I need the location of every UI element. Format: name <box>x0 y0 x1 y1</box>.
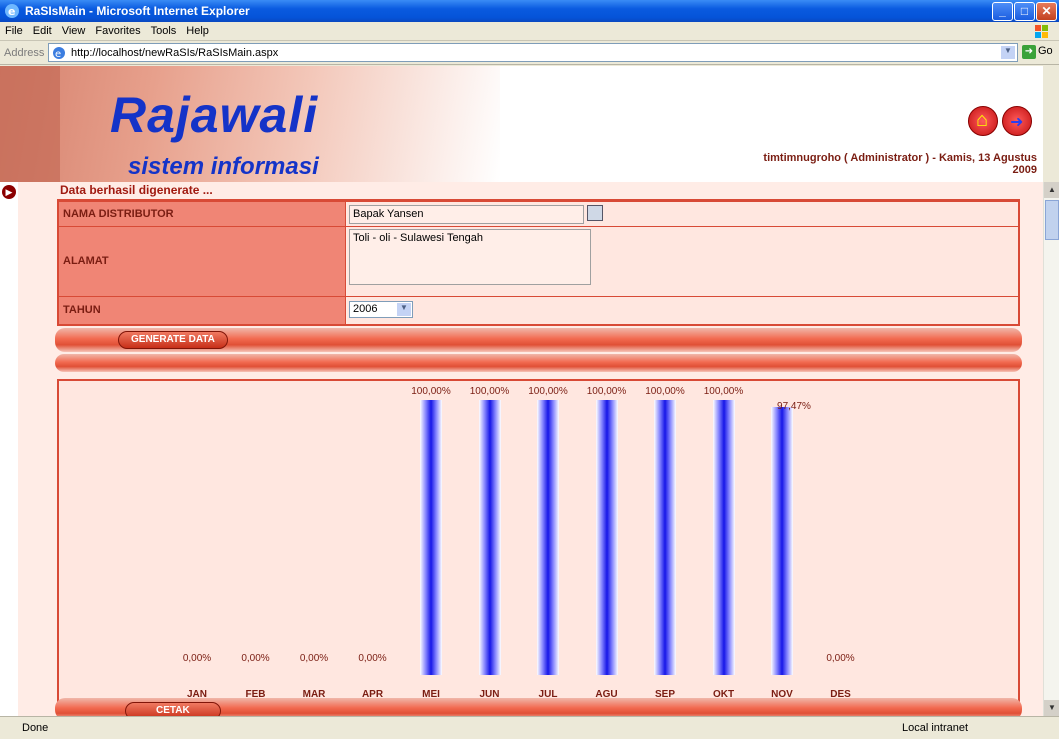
chart-value-label: 100,00% <box>703 386 744 397</box>
banner-decoration-left <box>0 66 60 182</box>
scroll-up-icon[interactable]: ▲ <box>1044 182 1059 198</box>
logout-icon[interactable] <box>1002 106 1032 136</box>
address-label: Address <box>4 47 45 59</box>
separator-bar <box>55 354 1022 372</box>
svg-text:e: e <box>55 49 61 60</box>
user-info: timtimnugroho ( Administrator ) - Kamis,… <box>763 152 1037 176</box>
chart-value-label: 0,00% <box>299 653 329 664</box>
menu-help[interactable]: Help <box>181 22 214 40</box>
scroll-thumb[interactable] <box>1045 200 1059 240</box>
chart-bar-agu <box>595 400 618 675</box>
address-input[interactable]: e http://localhost/newRaSIs/RaSIsMain.as… <box>48 43 1018 62</box>
filter-form: NAMA DISTRIBUTOR Bapak Yansen ALAMAT Tol… <box>57 199 1020 326</box>
header-banner: Rajawali sistem informasi timtimnugroho … <box>0 66 1043 182</box>
menu-favorites[interactable]: Favorites <box>90 22 145 40</box>
distributor-label: NAMA DISTRIBUTOR <box>63 208 174 220</box>
windows-flag-icon <box>1035 25 1048 38</box>
vertical-scrollbar[interactable]: ▲ ▼ <box>1043 182 1059 716</box>
maximize-button[interactable]: □ <box>1014 2 1035 21</box>
close-button[interactable]: ✕ <box>1036 2 1057 21</box>
title-bar: e RaSIsMain - Microsoft Internet Explore… <box>0 0 1059 22</box>
address-url: http://localhost/newRaSIs/RaSIsMain.aspx <box>71 47 279 59</box>
bar-chart: 0,00% JAN 0,00% FEB 0,00% MAR 0,00% APR 100,00% M… <box>57 379 1020 716</box>
go-arrow-icon: ➜ <box>1022 45 1036 59</box>
chart-bar-sep <box>654 400 676 675</box>
window-title: RaSIsMain - Microsoft Internet Explorer <box>25 4 250 18</box>
form-row-address: ALAMAT Toli - oli - Sulawesi Tengah <box>59 227 1018 297</box>
page-icon: e <box>53 47 65 60</box>
chart-value-label: 100,00% <box>586 386 627 397</box>
menu-edit[interactable]: Edit <box>28 22 57 40</box>
chart-value-label: 100,00% <box>411 386 451 397</box>
svg-text:e: e <box>8 5 15 18</box>
chart-value-label: 100,00% <box>469 386 510 397</box>
chart-value-label: 0,00% <box>358 653 387 664</box>
user-info-line2: 2009 <box>1012 164 1037 176</box>
status-message: Data berhasil digenerate ... <box>60 183 213 197</box>
distributor-value-cell: Bapak Yansen <box>347 202 1018 226</box>
menu-file[interactable]: File <box>0 22 28 40</box>
chart-value-label: 97,47% <box>777 400 811 412</box>
ie-icon: e <box>5 4 19 18</box>
scroll-down-icon[interactable]: ▼ <box>1044 700 1059 716</box>
chart-bar-mei <box>420 400 442 675</box>
minimize-button[interactable]: _ <box>992 2 1013 21</box>
chart-value-label: 100,00% <box>528 386 568 397</box>
chart-bar-nov <box>771 406 793 675</box>
left-bar: ▶ <box>0 182 18 716</box>
search-distributor-icon[interactable] <box>587 205 603 221</box>
form-row-distributor: NAMA DISTRIBUTOR Bapak Yansen <box>59 202 1018 227</box>
chart-value-label: 0,00% <box>182 653 212 664</box>
year-value-cell: 2006 ▼ <box>347 297 1018 324</box>
address-bar: Address e http://localhost/newRaSIs/RaSI… <box>0 41 1059 65</box>
chart-bar-okt <box>712 400 735 675</box>
status-bar: Done Local intranet <box>0 716 1059 739</box>
distributor-label-cell: NAMA DISTRIBUTOR <box>59 202 346 226</box>
address-field-label: ALAMAT <box>63 255 109 267</box>
year-label: TAHUN <box>63 304 101 316</box>
year-select-value: 2006 <box>353 303 378 315</box>
chart-bar-jul <box>537 400 559 675</box>
home-icon[interactable] <box>968 106 998 136</box>
action-bar-top: GENERATE DATA <box>55 328 1022 352</box>
menu-toggle-icon[interactable]: ▶ <box>2 185 16 199</box>
go-button[interactable]: ➜ Go <box>1022 45 1053 59</box>
year-label-cell: TAHUN <box>59 297 346 324</box>
year-select[interactable]: 2006 ▼ <box>349 301 413 318</box>
zone-text: Local intranet <box>902 722 969 734</box>
status-text: Done <box>22 722 49 734</box>
user-info-line1: timtimnugroho ( Administrator ) - Kamis,… <box>763 152 1037 164</box>
page-content: Rajawali sistem informasi timtimnugroho … <box>0 66 1043 716</box>
chart-value-label: 0,00% <box>826 653 855 664</box>
logo-sub: sistem informasi <box>128 153 319 180</box>
chevron-down-icon: ▼ <box>397 303 411 316</box>
distributor-input[interactable]: Bapak Yansen <box>349 205 584 224</box>
address-dropdown-icon[interactable]: ▼ <box>1001 46 1015 59</box>
chart-value-label: 0,00% <box>241 653 270 664</box>
address-textarea[interactable]: Toli - oli - Sulawesi Tengah <box>349 229 591 285</box>
action-bar-bottom: CETAK <box>55 698 1022 716</box>
generate-data-button[interactable]: GENERATE DATA <box>118 331 228 349</box>
print-button[interactable]: CETAK <box>125 702 221 716</box>
menu-view[interactable]: View <box>57 22 91 40</box>
go-label: Go <box>1038 45 1053 57</box>
menu-bar: File Edit View Favorites Tools Help <box>0 22 1059 41</box>
logo-main: Rajawali <box>110 87 319 143</box>
form-row-year: TAHUN 2006 ▼ <box>59 297 1018 324</box>
menu-tools[interactable]: Tools <box>146 22 182 40</box>
chart-value-label: 100,00% <box>645 386 685 397</box>
chart-bar-jun <box>478 400 501 675</box>
address-value-cell: Toli - oli - Sulawesi Tengah <box>347 227 1018 296</box>
browser-window: e RaSIsMain - Microsoft Internet Explore… <box>0 0 1059 739</box>
address-label-cell: ALAMAT <box>59 227 346 296</box>
